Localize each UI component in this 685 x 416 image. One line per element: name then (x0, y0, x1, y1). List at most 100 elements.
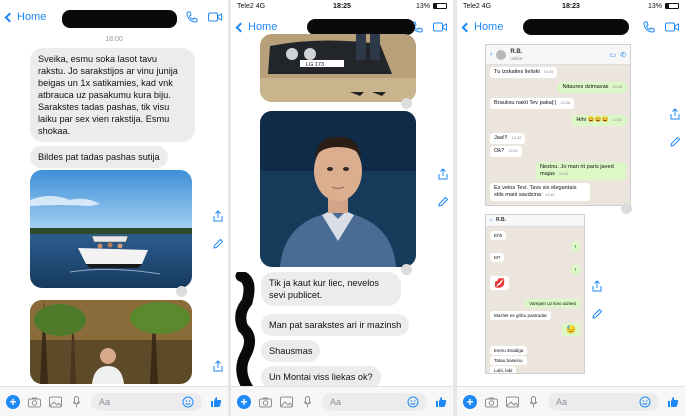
video-call-icon[interactable] (208, 12, 222, 22)
man-portrait-photo[interactable] (260, 111, 416, 267)
wa-message: Varejam uz kino aiziest (525, 299, 580, 308)
battery-icon (433, 3, 447, 9)
add-icon[interactable]: + (463, 394, 477, 409)
boat-image (30, 170, 192, 288)
message-bubble: Sveika, esmu soka lasot tavu rakstu. Jo … (30, 48, 195, 142)
message-input[interactable]: Aa (91, 392, 202, 411)
wa-back-icon: ‹ (490, 51, 493, 58)
chevron-left-icon (4, 12, 15, 22)
wa-message: Hihi 😄😄😄 13:40 (572, 115, 626, 126)
wa-message: Mazliet es gribu pastradat (490, 311, 551, 320)
microphone-icon[interactable] (527, 395, 540, 408)
message-bubble: Shausmas (261, 340, 321, 362)
phone-icon[interactable] (643, 21, 655, 33)
back-button[interactable]: Home (4, 11, 47, 23)
redacted-avatar-scribble (235, 272, 255, 392)
emoji-icon[interactable] (639, 396, 651, 408)
message-input[interactable]: Aa (548, 392, 659, 411)
whatsapp-screenshot-1[interactable]: ‹ R.B. online ▭ ✆ Tu izskaties lieliski 1… (485, 44, 631, 206)
back-button[interactable]: Home (235, 21, 278, 33)
composer-bar: + Aa (457, 386, 685, 416)
add-icon[interactable]: + (6, 394, 20, 409)
back-label: Home (248, 21, 278, 33)
message-input-placeholder: Aa (330, 396, 342, 407)
nav-bar: Home (457, 12, 685, 42)
wa-message: Nezinu. Jo man rit paris javed majas 13:4… (536, 162, 626, 180)
wa-message: Ok? 13:42 (490, 146, 522, 157)
redacted-contact-name (523, 19, 629, 35)
gallery-icon[interactable] (506, 396, 519, 408)
wa-message: 😓 (562, 323, 580, 336)
whatsapp-screenshot-2[interactable]: ‹ R.B. Ehh ! M? ! 💋 Varejam uz kino aizi… (485, 214, 585, 374)
message-list: Tik ja kaut kur liec, nevelos sevi publi… (231, 272, 453, 392)
redacted-contact-name (307, 19, 415, 35)
wa-header: ‹ R.B. (486, 215, 584, 227)
chat-panel-3: Tele2 4G 18:23 13% Home ‹ R.B. online ▭ … (457, 0, 685, 416)
like-icon[interactable] (667, 396, 679, 408)
share-icon[interactable] (669, 108, 681, 120)
plate-text: LG 173 (306, 62, 324, 68)
wa-message: Esmu stradiga (490, 346, 528, 355)
share-icon[interactable] (591, 280, 603, 292)
avatar (496, 49, 507, 60)
boat-photo[interactable] (30, 170, 192, 288)
forest-photo[interactable] (30, 300, 192, 384)
wa-message: Tu izskaties lieliski 13:35 (490, 67, 558, 78)
share-icon[interactable] (212, 360, 224, 372)
emoji-icon[interactable] (407, 396, 419, 408)
man-in-forest-image (30, 300, 192, 384)
back-button[interactable]: Home (461, 21, 503, 33)
wa-message: Es velos Tevi. Tavs sis elegantais stils… (490, 183, 590, 201)
wa-message: Tatau baseinu (490, 356, 527, 365)
status-time: 18:23 (562, 2, 580, 10)
seen-indicator (621, 203, 632, 214)
battery-icon (665, 3, 679, 9)
man-portrait-image (260, 111, 416, 267)
microphone-icon[interactable] (301, 395, 314, 408)
wa-message: Jaa!!! 13:42 (490, 133, 526, 144)
like-icon[interactable] (210, 396, 222, 408)
message-bubble: Tik ja kaut kur liec, nevelos sevi publi… (261, 272, 401, 306)
message-bubble: Man pat sarakstes ari ir mazinsh (261, 314, 410, 336)
like-icon[interactable] (435, 396, 447, 408)
share-icon[interactable] (437, 168, 449, 180)
share-icon[interactable] (212, 210, 224, 222)
video-call-icon[interactable] (665, 22, 679, 32)
redacted-contact-name (62, 10, 177, 28)
wa-header: ‹ R.B. online ▭ ✆ (486, 45, 630, 65)
gallery-icon[interactable] (280, 396, 293, 408)
microphone-icon[interactable] (70, 395, 83, 408)
wa-message: Nitaures dzimavas 13:36 (558, 82, 626, 93)
edit-icon[interactable] (437, 196, 449, 208)
emoji-icon[interactable] (182, 396, 194, 408)
wa-video-icon: ▭ (609, 51, 617, 59)
seen-indicator (401, 98, 412, 109)
edit-icon[interactable] (669, 136, 681, 148)
edit-icon[interactable] (591, 308, 603, 320)
message-bubble: Un Montai viss liekas ok? (261, 366, 381, 388)
wa-contact-status: online (510, 55, 523, 61)
wa-contact-name: R.B. (496, 217, 506, 223)
edit-icon[interactable] (212, 238, 224, 250)
car-photo[interactable]: LG 173 (260, 34, 416, 102)
chat-panel-1: Home 18:00 Sveika, esmu soka lasot tavu … (0, 0, 228, 416)
camera-icon[interactable] (485, 396, 498, 408)
wa-message: Ehh (490, 231, 507, 240)
composer-bar: + Aa (231, 386, 453, 416)
gallery-icon[interactable] (49, 396, 62, 408)
chat-panel-2: Tele2 4G 18:25 13% Home LG 173 Tik ja ka… (231, 0, 453, 416)
video-call-icon[interactable] (433, 22, 447, 32)
wa-back-icon: ‹ (490, 217, 492, 224)
status-bar: Tele2 4G 18:25 13% (231, 0, 453, 12)
message-input[interactable]: Aa (322, 392, 427, 411)
add-icon[interactable]: + (237, 394, 251, 409)
composer-bar: + Aa (0, 386, 228, 416)
phone-icon[interactable] (186, 11, 198, 23)
wa-contact-name: R.B. (510, 48, 523, 55)
camera-icon[interactable] (28, 396, 41, 408)
camera-icon[interactable] (259, 396, 272, 408)
back-label: Home (17, 11, 47, 23)
car-image: LG 173 (260, 34, 416, 102)
wa-message: 💋 (490, 276, 510, 290)
wa-message: ! (570, 242, 580, 251)
